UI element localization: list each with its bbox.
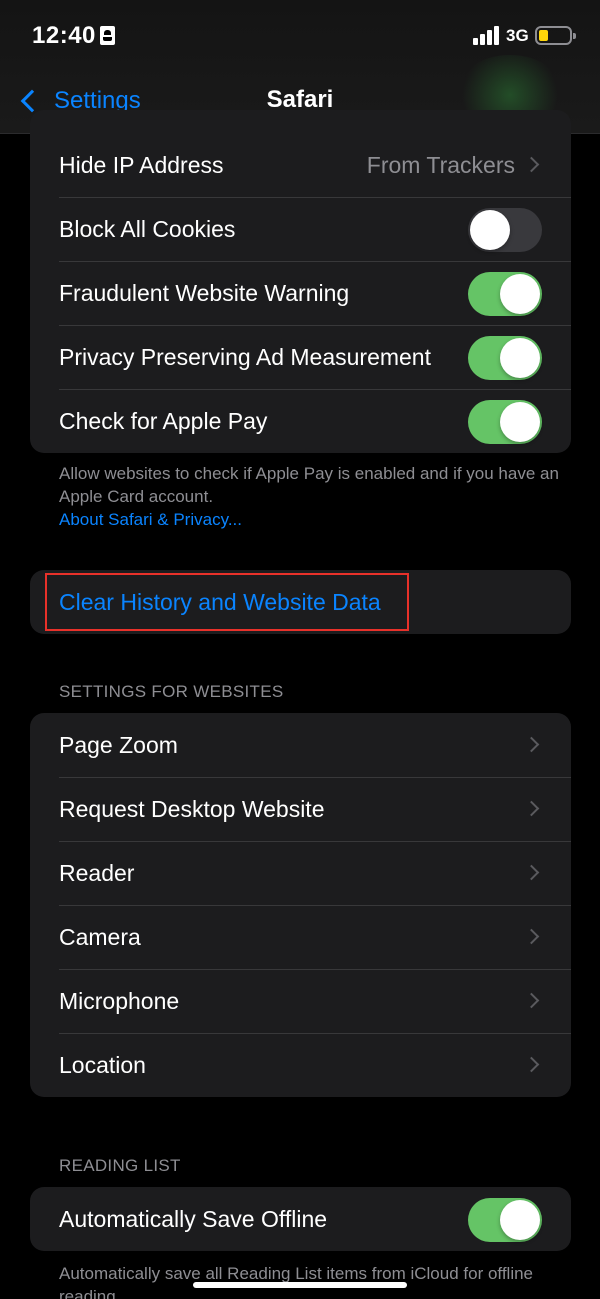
row-label: Hide IP Address [59,151,224,178]
privacy-ad-measurement-toggle[interactable] [468,336,542,380]
privacy-ad-measurement-row: Privacy Preserving Ad Measurement [30,325,571,389]
status-time: 12:40 [32,22,96,49]
chevron-right-icon [523,800,540,817]
check-apple-pay-toggle[interactable] [468,400,542,444]
chevron-right-icon [523,736,540,753]
fraudulent-website-warning-row: Fraudulent Website Warning [30,261,571,325]
microphone-row[interactable]: Microphone [30,969,571,1033]
battery-icon [535,26,576,45]
hide-ip-address-row[interactable]: Hide IP Address From Trackers [30,133,571,197]
battery-tip [573,33,576,39]
chevron-right-icon [523,1056,540,1073]
auto-save-offline-row: Automatically Save Offline [30,1187,571,1251]
contact-card-icon [100,26,115,45]
reading-list-footer: Automatically save all Reading List item… [59,1264,534,1299]
row-label: Page Zoom [59,731,178,758]
page-zoom-row[interactable]: Page Zoom [30,713,571,777]
row-label: Camera [59,923,141,950]
row-label: Check for Apple Pay [59,407,268,434]
privacy-footer: Allow websites to check if Apple Pay is … [59,462,559,531]
highlight-box [45,573,409,631]
website-settings-group: Page Zoom Request Desktop Website Reader… [30,713,571,1097]
status-bar: 12:40 3G [0,0,600,70]
request-desktop-website-row[interactable]: Request Desktop Website [30,777,571,841]
location-row[interactable]: Location [30,1033,571,1097]
reading-list-header: READING LIST [59,1156,181,1175]
block-all-cookies-row: Block All Cookies [30,197,571,261]
row-label: Microphone [59,987,180,1014]
row-label: Privacy Preserving Ad Measurement [59,343,431,370]
block-all-cookies-toggle[interactable] [468,208,542,252]
privacy-footer-text: Allow websites to check if Apple Pay is … [59,464,559,506]
privacy-settings-group: Hide IP Address From Trackers Block All … [30,110,571,453]
row-label: Request Desktop Website [59,795,325,822]
row-label: Block All Cookies [59,215,236,242]
chevron-right-icon [523,992,540,1009]
row-label: Reader [59,859,135,886]
row-label: Automatically Save Offline [59,1205,328,1232]
chevron-right-icon [523,928,540,945]
reader-row[interactable]: Reader [30,841,571,905]
battery-level [539,30,548,41]
row-label: Fraudulent Website Warning [59,279,350,306]
chevron-right-icon [523,156,540,173]
chevron-right-icon [523,864,540,881]
home-indicator[interactable] [193,1282,407,1288]
check-apple-pay-row: Check for Apple Pay [30,389,571,453]
reading-list-group: Automatically Save Offline [30,1187,571,1251]
row-value: From Trackers [366,151,515,178]
camera-row[interactable]: Camera [30,905,571,969]
about-safari-privacy-link[interactable]: About Safari & Privacy... [59,510,242,529]
cellular-signal-icon [473,26,501,45]
network-type: 3G [506,26,529,45]
fraudulent-website-warning-toggle[interactable] [468,272,542,316]
auto-save-offline-toggle[interactable] [468,1198,542,1242]
row-label: Location [59,1051,146,1078]
settings-for-websites-header: SETTINGS FOR WEBSITES [59,682,284,701]
